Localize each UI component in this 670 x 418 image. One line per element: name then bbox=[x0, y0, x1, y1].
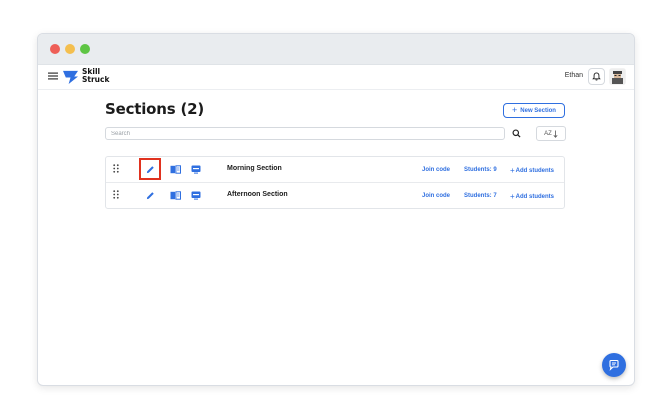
avatar-icon bbox=[610, 69, 625, 84]
add-students-label: Add students bbox=[515, 168, 555, 174]
minimize-window-button[interactable] bbox=[65, 44, 75, 54]
page-title: Sections (2) bbox=[105, 100, 205, 118]
add-students-link[interactable]: +Add students bbox=[510, 166, 554, 175]
skillstruck-logo-icon bbox=[63, 70, 78, 84]
sort-alpha-icon: AZ bbox=[544, 130, 552, 137]
book-icon bbox=[170, 190, 181, 200]
maximize-window-button[interactable] bbox=[80, 44, 90, 54]
search-input[interactable] bbox=[105, 127, 505, 140]
search-button[interactable] bbox=[509, 126, 524, 141]
pencil-icon bbox=[146, 165, 154, 173]
section-name: Afternoon Section bbox=[227, 191, 288, 198]
app-header: Skill Struck Ethan bbox=[38, 65, 634, 90]
table-row: Morning Section Join code Students: 9 +A… bbox=[106, 157, 564, 183]
edit-section-button[interactable] bbox=[142, 187, 158, 203]
browser-window: Skill Struck Ethan Sections (2) + New Se… bbox=[37, 33, 635, 386]
plus-icon: + bbox=[512, 105, 518, 115]
add-students-label: Add students bbox=[515, 194, 555, 200]
plus-icon: + bbox=[510, 192, 515, 201]
curriculum-button[interactable] bbox=[168, 188, 182, 202]
logo-text: Skill Struck bbox=[82, 67, 110, 84]
book-icon bbox=[170, 164, 181, 174]
new-section-label: New Section bbox=[520, 107, 556, 114]
sort-button[interactable]: AZ bbox=[536, 126, 566, 141]
edit-section-button[interactable] bbox=[139, 158, 161, 180]
display-button[interactable] bbox=[189, 162, 203, 176]
table-row: Afternoon Section Join code Students: 7 … bbox=[106, 183, 564, 208]
join-code-link[interactable]: Join code bbox=[422, 167, 450, 173]
search-icon bbox=[512, 129, 521, 138]
hamburger-icon[interactable] bbox=[48, 71, 58, 81]
monitor-icon bbox=[191, 165, 201, 174]
window-titlebar bbox=[38, 34, 634, 65]
curriculum-button[interactable] bbox=[168, 162, 182, 176]
notifications-button[interactable] bbox=[588, 68, 605, 85]
students-link[interactable]: Students: 7 bbox=[464, 193, 497, 199]
join-code-link[interactable]: Join code bbox=[422, 193, 450, 199]
new-section-button[interactable]: + New Section bbox=[503, 103, 565, 118]
sections-list: Morning Section Join code Students: 9 +A… bbox=[105, 156, 565, 209]
chat-icon bbox=[609, 359, 619, 371]
pencil-icon bbox=[146, 191, 154, 199]
avatar[interactable] bbox=[609, 68, 626, 85]
bell-icon bbox=[592, 72, 601, 81]
plus-icon: + bbox=[510, 166, 515, 175]
section-name: Morning Section bbox=[227, 165, 282, 172]
add-students-link[interactable]: +Add students bbox=[510, 192, 554, 201]
sort-arrow-icon bbox=[553, 130, 558, 138]
drag-handle-icon[interactable] bbox=[113, 164, 119, 173]
username-label: Ethan bbox=[564, 72, 583, 79]
display-button[interactable] bbox=[189, 188, 203, 202]
monitor-icon bbox=[191, 191, 201, 200]
chat-button[interactable] bbox=[602, 353, 626, 377]
drag-handle-icon[interactable] bbox=[113, 190, 119, 199]
students-link[interactable]: Students: 9 bbox=[464, 167, 497, 173]
close-window-button[interactable] bbox=[50, 44, 60, 54]
